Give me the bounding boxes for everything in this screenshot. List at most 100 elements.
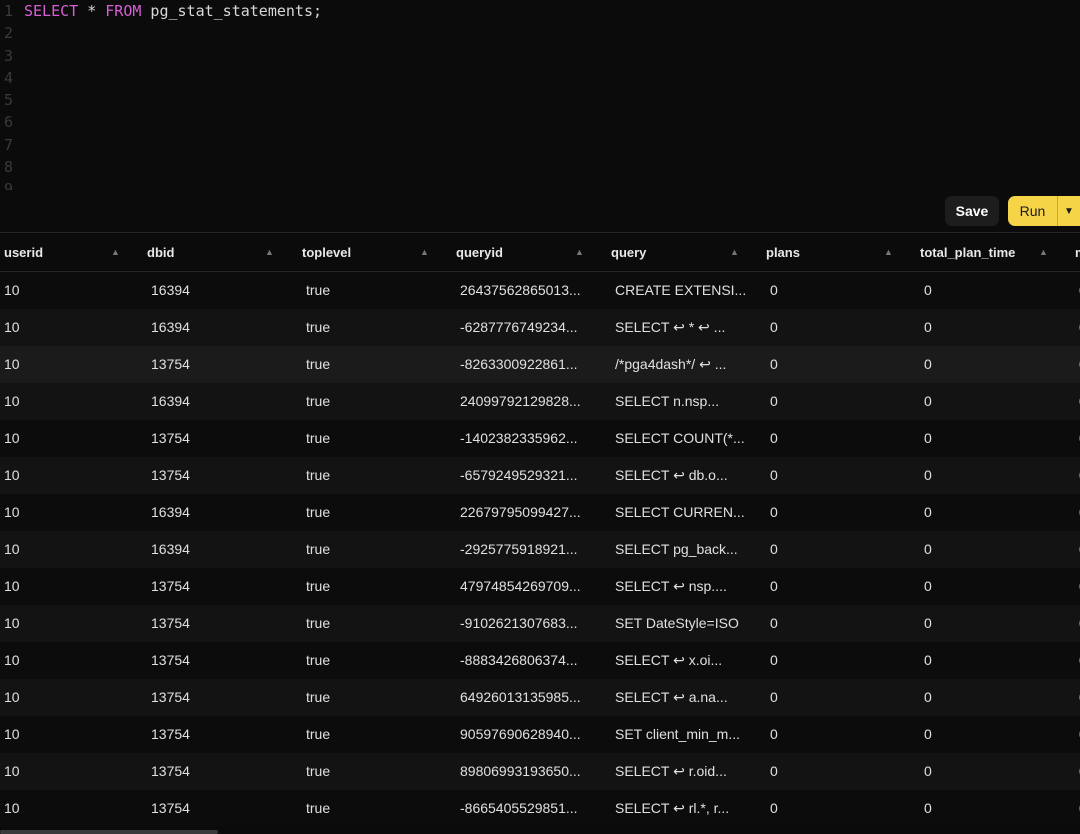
- horizontal-scrollbar[interactable]: [0, 830, 218, 834]
- cell-total_plan_time[interactable]: 0: [924, 346, 932, 383]
- cell-dbid[interactable]: 16394: [151, 272, 190, 309]
- cell-queryid[interactable]: -6287776749234...: [460, 309, 578, 346]
- run-button[interactable]: Run: [1008, 196, 1058, 226]
- cell-toplevel[interactable]: true: [306, 790, 330, 827]
- cell-queryid[interactable]: -1402382335962...: [460, 420, 578, 457]
- cell-dbid[interactable]: 16394: [151, 309, 190, 346]
- cell-dbid[interactable]: 13754: [151, 679, 190, 716]
- cell-plans[interactable]: 0: [770, 457, 778, 494]
- cell-queryid[interactable]: -6579249529321...: [460, 457, 578, 494]
- cell-userid[interactable]: 10: [4, 531, 20, 568]
- editor-line[interactable]: 1 SELECT * FROM pg_stat_statements;: [0, 0, 1080, 22]
- table-row[interactable]: 10 13754 true 90597690628940... SET client_m…: [0, 716, 1080, 753]
- column-header-queryid[interactable]: queryid: [456, 233, 503, 272]
- cell-plans[interactable]: 0: [770, 494, 778, 531]
- cell-toplevel[interactable]: true: [306, 605, 330, 642]
- cell-total_plan_time[interactable]: 0: [924, 642, 932, 679]
- cell-plans[interactable]: 0: [770, 679, 778, 716]
- cell-dbid[interactable]: 13754: [151, 605, 190, 642]
- cell-plans[interactable]: 0: [770, 642, 778, 679]
- cell-query[interactable]: SELECT ↩ * ↩ ...: [615, 309, 725, 346]
- cell-userid[interactable]: 10: [4, 420, 20, 457]
- column-header-dbid[interactable]: dbid: [147, 233, 174, 272]
- cell-dbid[interactable]: 13754: [151, 568, 190, 605]
- cell-dbid[interactable]: 13754: [151, 346, 190, 383]
- cell-query[interactable]: SELECT ↩ rl.*, r...: [615, 790, 729, 827]
- editor-line[interactable]: 3: [0, 45, 1080, 67]
- table-row[interactable]: 10 16394 true -2925775918921... SELECT pg_ba…: [0, 531, 1080, 568]
- cell-total_plan_time[interactable]: 0: [924, 420, 932, 457]
- cell-query[interactable]: SELECT COUNT(*...: [615, 420, 745, 457]
- cell-queryid[interactable]: -8665405529851...: [460, 790, 578, 827]
- editor-line[interactable]: 9: [0, 178, 1080, 190]
- cell-total_plan_time[interactable]: 0: [924, 568, 932, 605]
- save-button[interactable]: Save: [945, 196, 999, 226]
- sort-icon[interactable]: ▲: [265, 233, 274, 272]
- cell-query[interactable]: CREATE EXTENSI...: [615, 272, 746, 309]
- cell-total_plan_time[interactable]: 0: [924, 753, 932, 790]
- cell-toplevel[interactable]: true: [306, 494, 330, 531]
- cell-query[interactable]: SELECT ↩ r.oid...: [615, 753, 727, 790]
- cell-total_plan_time[interactable]: 0: [924, 790, 932, 827]
- cell-dbid[interactable]: 16394: [151, 531, 190, 568]
- cell-toplevel[interactable]: true: [306, 642, 330, 679]
- cell-userid[interactable]: 10: [4, 605, 20, 642]
- cell-dbid[interactable]: 13754: [151, 420, 190, 457]
- editor-line[interactable]: 6: [0, 111, 1080, 133]
- cell-plans[interactable]: 0: [770, 716, 778, 753]
- sort-icon[interactable]: ▲: [1039, 233, 1048, 272]
- editor-line[interactable]: 5: [0, 89, 1080, 111]
- table-row[interactable]: 10 16394 true 22679795099427... SELECT CURRE…: [0, 494, 1080, 531]
- cell-total_plan_time[interactable]: 0: [924, 716, 932, 753]
- table-row[interactable]: 10 13754 true -8263300922861... /*pga4dash*/…: [0, 346, 1080, 383]
- editor-line[interactable]: 4: [0, 67, 1080, 89]
- cell-plans[interactable]: 0: [770, 531, 778, 568]
- table-row[interactable]: 10 13754 true -9102621307683... SET DateStyl…: [0, 605, 1080, 642]
- cell-queryid[interactable]: -2925775918921...: [460, 531, 578, 568]
- cell-total_plan_time[interactable]: 0: [924, 494, 932, 531]
- cell-queryid[interactable]: 64926013135985...: [460, 679, 581, 716]
- cell-queryid[interactable]: 22679795099427...: [460, 494, 581, 531]
- cell-total_plan_time[interactable]: 0: [924, 679, 932, 716]
- table-row[interactable]: 10 16394 true 26437562865013... CREATE EXTEN…: [0, 272, 1080, 309]
- column-header-plans[interactable]: plans: [766, 233, 800, 272]
- cell-queryid[interactable]: -9102621307683...: [460, 605, 578, 642]
- column-header-userid[interactable]: userid: [4, 233, 43, 272]
- table-row[interactable]: 10 16394 true 24099792129828... SELECT n.nsp…: [0, 383, 1080, 420]
- cell-dbid[interactable]: 16394: [151, 494, 190, 531]
- cell-dbid[interactable]: 13754: [151, 790, 190, 827]
- table-row[interactable]: 10 13754 true 89806993193650... SELECT ↩ r.o…: [0, 753, 1080, 790]
- editor-line[interactable]: 2: [0, 22, 1080, 44]
- sort-icon[interactable]: ▲: [884, 233, 893, 272]
- cell-plans[interactable]: 0: [770, 753, 778, 790]
- cell-dbid[interactable]: 16394: [151, 383, 190, 420]
- table-row[interactable]: 10 16394 true -6287776749234... SELECT ↩ * ↩…: [0, 309, 1080, 346]
- cell-total_plan_time[interactable]: 0: [924, 383, 932, 420]
- cell-dbid[interactable]: 13754: [151, 716, 190, 753]
- cell-plans[interactable]: 0: [770, 309, 778, 346]
- sort-icon[interactable]: ▲: [111, 233, 120, 272]
- table-row[interactable]: 10 13754 true 47974854269709... SELECT ↩ nsp…: [0, 568, 1080, 605]
- column-header-query[interactable]: query: [611, 233, 646, 272]
- cell-plans[interactable]: 0: [770, 272, 778, 309]
- cell-dbid[interactable]: 13754: [151, 457, 190, 494]
- cell-toplevel[interactable]: true: [306, 531, 330, 568]
- cell-plans[interactable]: 0: [770, 790, 778, 827]
- cell-plans[interactable]: 0: [770, 605, 778, 642]
- cell-queryid[interactable]: -8263300922861...: [460, 346, 578, 383]
- column-header-toplevel[interactable]: toplevel: [302, 233, 351, 272]
- table-row[interactable]: 10 13754 true -8665405529851... SELECT ↩ rl.…: [0, 790, 1080, 827]
- cell-plans[interactable]: 0: [770, 568, 778, 605]
- cell-total_plan_time[interactable]: 0: [924, 605, 932, 642]
- cell-userid[interactable]: 10: [4, 494, 20, 531]
- cell-query[interactable]: SELECT CURREN...: [615, 494, 745, 531]
- cell-total_plan_time[interactable]: 0: [924, 272, 932, 309]
- cell-queryid[interactable]: -8883426806374...: [460, 642, 578, 679]
- sort-icon[interactable]: ▲: [420, 233, 429, 272]
- cell-query[interactable]: SELECT ↩ a.na...: [615, 679, 728, 716]
- cell-userid[interactable]: 10: [4, 272, 20, 309]
- table-row[interactable]: 10 13754 true -8883426806374... SELECT ↩ x.o…: [0, 642, 1080, 679]
- cell-userid[interactable]: 10: [4, 753, 20, 790]
- cell-toplevel[interactable]: true: [306, 753, 330, 790]
- cell-queryid[interactable]: 90597690628940...: [460, 716, 581, 753]
